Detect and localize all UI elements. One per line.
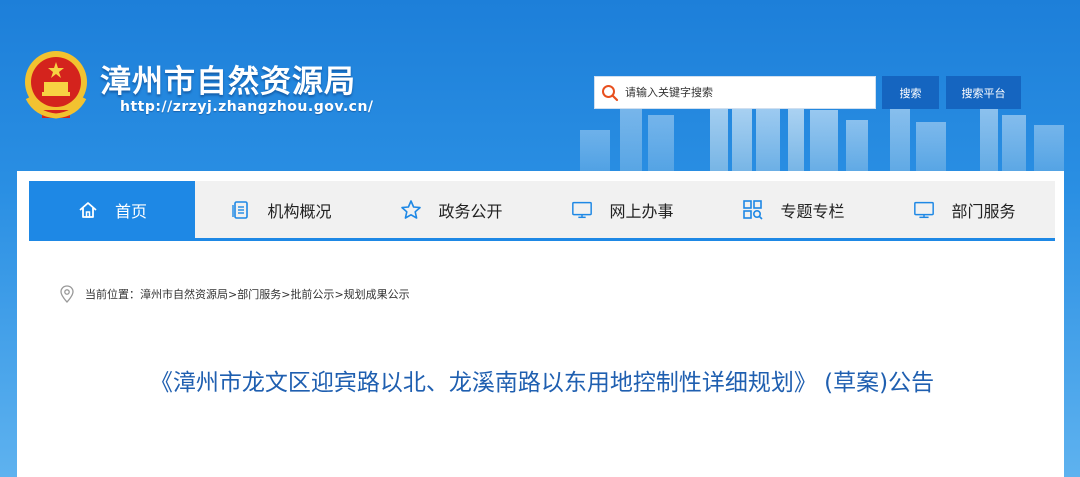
breadcrumb-separator: >	[334, 287, 344, 301]
search-box	[594, 76, 876, 109]
nav-item-label: 专题专栏	[780, 201, 845, 221]
nav-item-label: 政务公开	[438, 201, 503, 221]
breadcrumb-link[interactable]: 批前公示	[290, 286, 334, 302]
home-icon	[77, 199, 99, 221]
national-emblem-icon	[25, 51, 87, 119]
star-icon	[400, 199, 422, 221]
grid-search-icon	[742, 199, 764, 221]
nav-item-dept-services[interactable]: 部门服务	[879, 181, 1050, 238]
location-pin-icon	[60, 285, 74, 303]
nav-item-label: 网上办事	[609, 201, 674, 221]
search-platform-button[interactable]: 搜索平台	[946, 76, 1021, 109]
search-input[interactable]	[625, 77, 875, 108]
article-title: 《漳州市龙文区迎宾路以北、龙溪南路以东用地控制性详细规划》 (草案)公告	[149, 370, 935, 396]
breadcrumb-link[interactable]: 漳州市自然资源局	[140, 286, 228, 302]
document-icon	[229, 199, 251, 221]
search-button[interactable]: 搜索	[882, 76, 939, 109]
site-title: 漳州市自然资源局	[100, 64, 356, 100]
search-icon[interactable]	[595, 76, 625, 109]
monitor-icon	[571, 199, 593, 221]
site-header: 漳州市自然资源局 http://zrzyj.zhangzhou.gov.cn/ …	[0, 0, 1080, 172]
nav-item-special-topics[interactable]: 专题专栏	[708, 181, 879, 238]
nav-item-label: 机构概况	[267, 201, 332, 221]
breadcrumb: 当前位置： 漳州市自然资源局 > 部门服务 > 批前公示 > 规划成果公示	[59, 285, 410, 303]
nav-item-gov-affairs[interactable]: 政务公开	[366, 181, 537, 238]
breadcrumb-separator: >	[228, 287, 238, 301]
nav-item-about[interactable]: 机构概况	[195, 181, 366, 238]
content-panel: 首页 机构概况 政务公开 网上办事 专题专栏 部门服务 当前位置： 漳州市自然资…	[17, 171, 1064, 477]
site-url: http://zrzyj.zhangzhou.gov.cn/	[120, 99, 374, 115]
breadcrumb-link[interactable]: 规划成果公示	[344, 286, 410, 302]
nav-item-online-services[interactable]: 网上办事	[537, 181, 708, 238]
main-nav: 首页 机构概况 政务公开 网上办事 专题专栏 部门服务	[29, 181, 1055, 241]
desktop-icon	[913, 199, 935, 221]
breadcrumb-prefix: 当前位置：	[85, 288, 140, 301]
breadcrumb-link[interactable]: 部门服务	[237, 286, 281, 302]
nav-item-label: 首页	[114, 201, 147, 221]
breadcrumb-separator: >	[281, 287, 291, 301]
nav-item-label: 部门服务	[951, 201, 1016, 221]
nav-item-home[interactable]: 首页	[29, 181, 195, 238]
